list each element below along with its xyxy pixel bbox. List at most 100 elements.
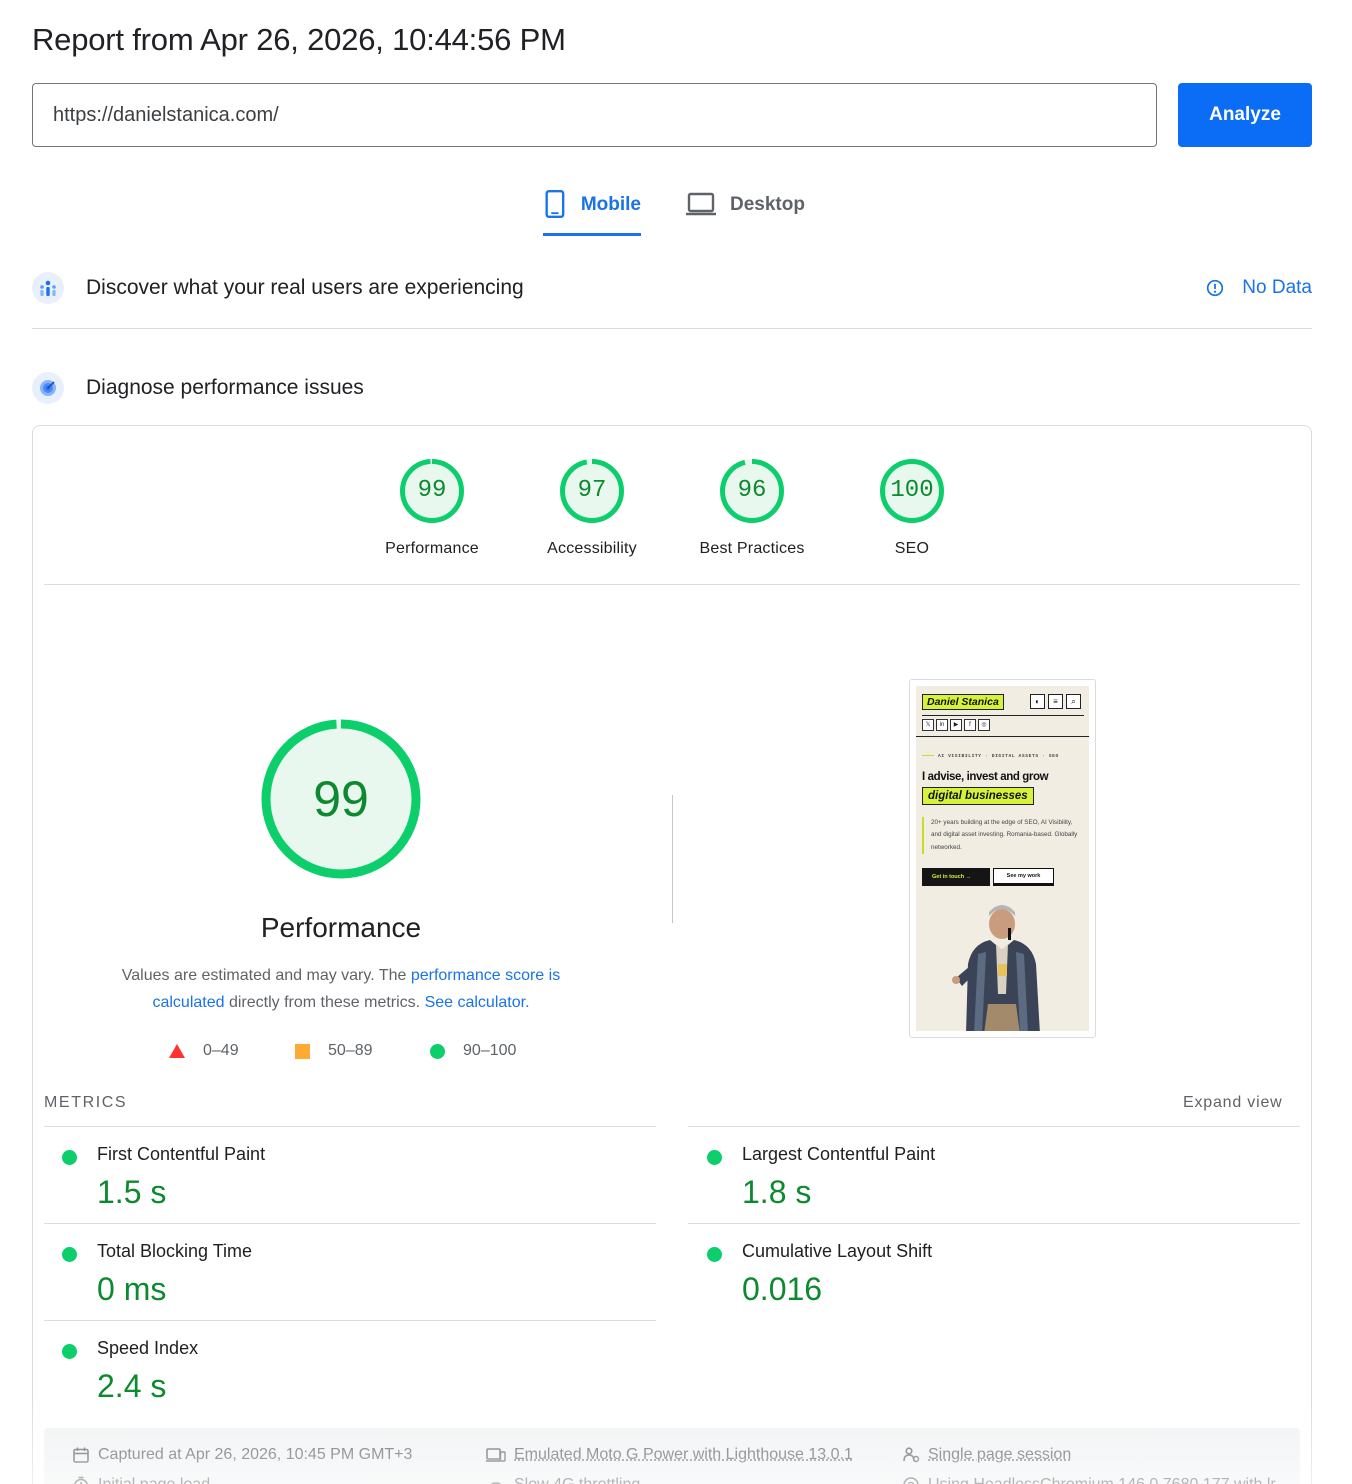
kicker-text: AI VISIBILITY · DIGITAL ASSETS · SEO: [938, 754, 1059, 759]
tab-desktop[interactable]: Desktop: [686, 188, 805, 236]
diagnose-title: Diagnose performance issues: [86, 376, 364, 399]
emulated-device[interactable]: Emulated Moto G Power with Lighthouse 13…: [486, 1446, 853, 1464]
performance-score: 99: [313, 771, 369, 827]
gauge-label: Accessibility: [547, 540, 637, 557]
linkedin-icon: in: [936, 719, 948, 731]
runtime-settings: Captured at Apr 26, 2026, 10:45 PM GMT+3…: [44, 1428, 1300, 1484]
tab-mobile[interactable]: Mobile: [543, 188, 641, 236]
captured-text: Captured at Apr 26, 2026, 10:45 PM GMT+3: [98, 1446, 413, 1463]
browser-version[interactable]: Using HeadlessChromium 146.0.7680.177 wi…: [902, 1476, 1276, 1484]
metric-name: Total Blocking Time: [97, 1241, 253, 1261]
gauge-score: 100: [890, 477, 934, 504]
single-session[interactable]: Single page session: [902, 1446, 1071, 1464]
performance-label: Performance: [260, 912, 422, 943]
screenshot-headline: I advise, invest and grow: [922, 771, 1049, 783]
note-text: Values are estimated and may vary. The: [121, 967, 411, 984]
gauge-label: SEO: [894, 540, 930, 557]
throttling-text: Slow 4G throttling: [514, 1476, 640, 1484]
gauge-label: Best Practices: [699, 540, 805, 557]
metric-name: Speed Index: [97, 1338, 199, 1358]
diagnose-section: Diagnose performance issues: [32, 371, 1312, 405]
devices-icon: [486, 1448, 506, 1462]
analyze-button[interactable]: Analyze: [1178, 83, 1312, 147]
legend-pass: 90–100: [430, 1042, 516, 1060]
screenshot-secondary-button: See my work: [993, 868, 1054, 886]
page-title: Report from Apr 26, 2026, 10:44:56 PM: [32, 22, 566, 57]
device-text: Emulated Moto G Power with Lighthouse 13…: [514, 1446, 853, 1463]
captured-at: Captured at Apr 26, 2026, 10:45 PM GMT+3: [72, 1446, 412, 1464]
no-data-label: No Data: [1242, 277, 1312, 298]
url-input[interactable]: [32, 83, 1157, 147]
note-text: directly from these metrics.: [224, 994, 425, 1011]
legend-range: 0–49: [203, 1042, 239, 1059]
crux-title: Discover what your real users are experi…: [86, 276, 524, 299]
tab-desktop-label: Desktop: [730, 194, 805, 215]
section-divider: [32, 328, 1312, 329]
calendar-icon: [73, 1447, 89, 1463]
final-screenshot: Daniel Stanica ◐ ≡ ⌕ 𝕏 in ▶ f ◎ AI VISIB…: [916, 686, 1089, 1031]
screenshot-paragraph: 20+ years building at the edge of SEO, A…: [922, 817, 1082, 855]
vertical-divider: [672, 795, 673, 923]
square-icon: [295, 1043, 310, 1059]
screenshot-divider: [916, 736, 1089, 737]
gauge-label: Performance: [385, 540, 479, 557]
info-icon: [1207, 279, 1224, 297]
initial-load: Initial page load: [72, 1476, 210, 1484]
timer-icon: [73, 1476, 89, 1484]
screenshot-rule: [922, 715, 1084, 716]
load-text: Initial page load: [98, 1476, 210, 1484]
gauge-best-practices[interactable]: 96 Best Practices: [692, 458, 812, 558]
screenshot-header-icons: ◐ ≡ ⌕: [1030, 694, 1081, 709]
metric-divider: [44, 1320, 656, 1321]
facebook-icon: f: [964, 719, 976, 731]
tab-mobile-label: Mobile: [580, 194, 641, 215]
pass-circle-icon: [707, 1150, 722, 1165]
expand-view-button[interactable]: Expand view: [1183, 1094, 1283, 1112]
gauge-score: 96: [737, 477, 767, 504]
metric-divider: [688, 1126, 1300, 1127]
gauge-performance[interactable]: 99 Performance: [372, 458, 492, 558]
session-text: Single page session: [928, 1446, 1072, 1463]
social-icons: 𝕏 in ▶ f ◎: [922, 719, 990, 731]
legend-fail: 0–49: [169, 1042, 239, 1060]
gauge-accessibility[interactable]: 97 Accessibility: [532, 458, 652, 558]
legend-average: 50–89: [295, 1042, 373, 1060]
screenshot-highlight: digital businesses: [922, 787, 1034, 805]
metric-value: 0 ms: [97, 1271, 167, 1307]
metric-value: 1.8 s: [742, 1174, 812, 1210]
youtube-icon: ▶: [950, 719, 962, 731]
pass-circle-icon: [62, 1247, 77, 1262]
metric-divider: [688, 1223, 1300, 1224]
users-chart-icon: [32, 272, 64, 304]
throttling[interactable]: Slow 4G throttling: [486, 1476, 640, 1484]
session-icon: [903, 1447, 920, 1463]
metric-name: Largest Contentful Paint: [742, 1144, 936, 1164]
gauge-seo[interactable]: 100 SEO: [852, 458, 972, 558]
metrics-header: METRICS: [44, 1094, 128, 1111]
metric-name: First Contentful Paint: [97, 1144, 266, 1164]
instagram-icon: ◎: [978, 719, 990, 731]
metric-value: 2.4 s: [97, 1368, 167, 1404]
gauge-icon: [32, 372, 64, 404]
browser-icon: [903, 1477, 919, 1484]
no-data-link[interactable]: No Data: [1206, 277, 1312, 299]
screenshot-brand: Daniel Stanica: [922, 694, 1004, 710]
search-icon: ⌕: [1066, 694, 1081, 709]
screenshot-primary-button: Get in touch →: [922, 868, 990, 886]
triangle-icon: [169, 1044, 185, 1058]
menu-icon: ≡: [1048, 694, 1063, 709]
see-calculator-link[interactable]: See calculator.: [425, 994, 530, 1011]
pass-circle-icon: [707, 1247, 722, 1262]
laptop-icon: [686, 192, 716, 216]
gauge-score: 97: [577, 477, 607, 504]
metric-name: Cumulative Layout Shift: [742, 1241, 933, 1261]
phone-icon: [545, 189, 565, 219]
circle-icon: [430, 1043, 445, 1059]
metric-divider: [44, 1126, 656, 1127]
gauges-divider: [44, 584, 1300, 585]
metric-value: 1.5 s: [97, 1174, 167, 1210]
browser-text: Using HeadlessChromium 146.0.7680.177 wi…: [928, 1476, 1276, 1484]
legend-range: 50–89: [328, 1042, 373, 1059]
metric-divider: [44, 1223, 656, 1224]
theme-icon: ◐: [1030, 694, 1045, 709]
